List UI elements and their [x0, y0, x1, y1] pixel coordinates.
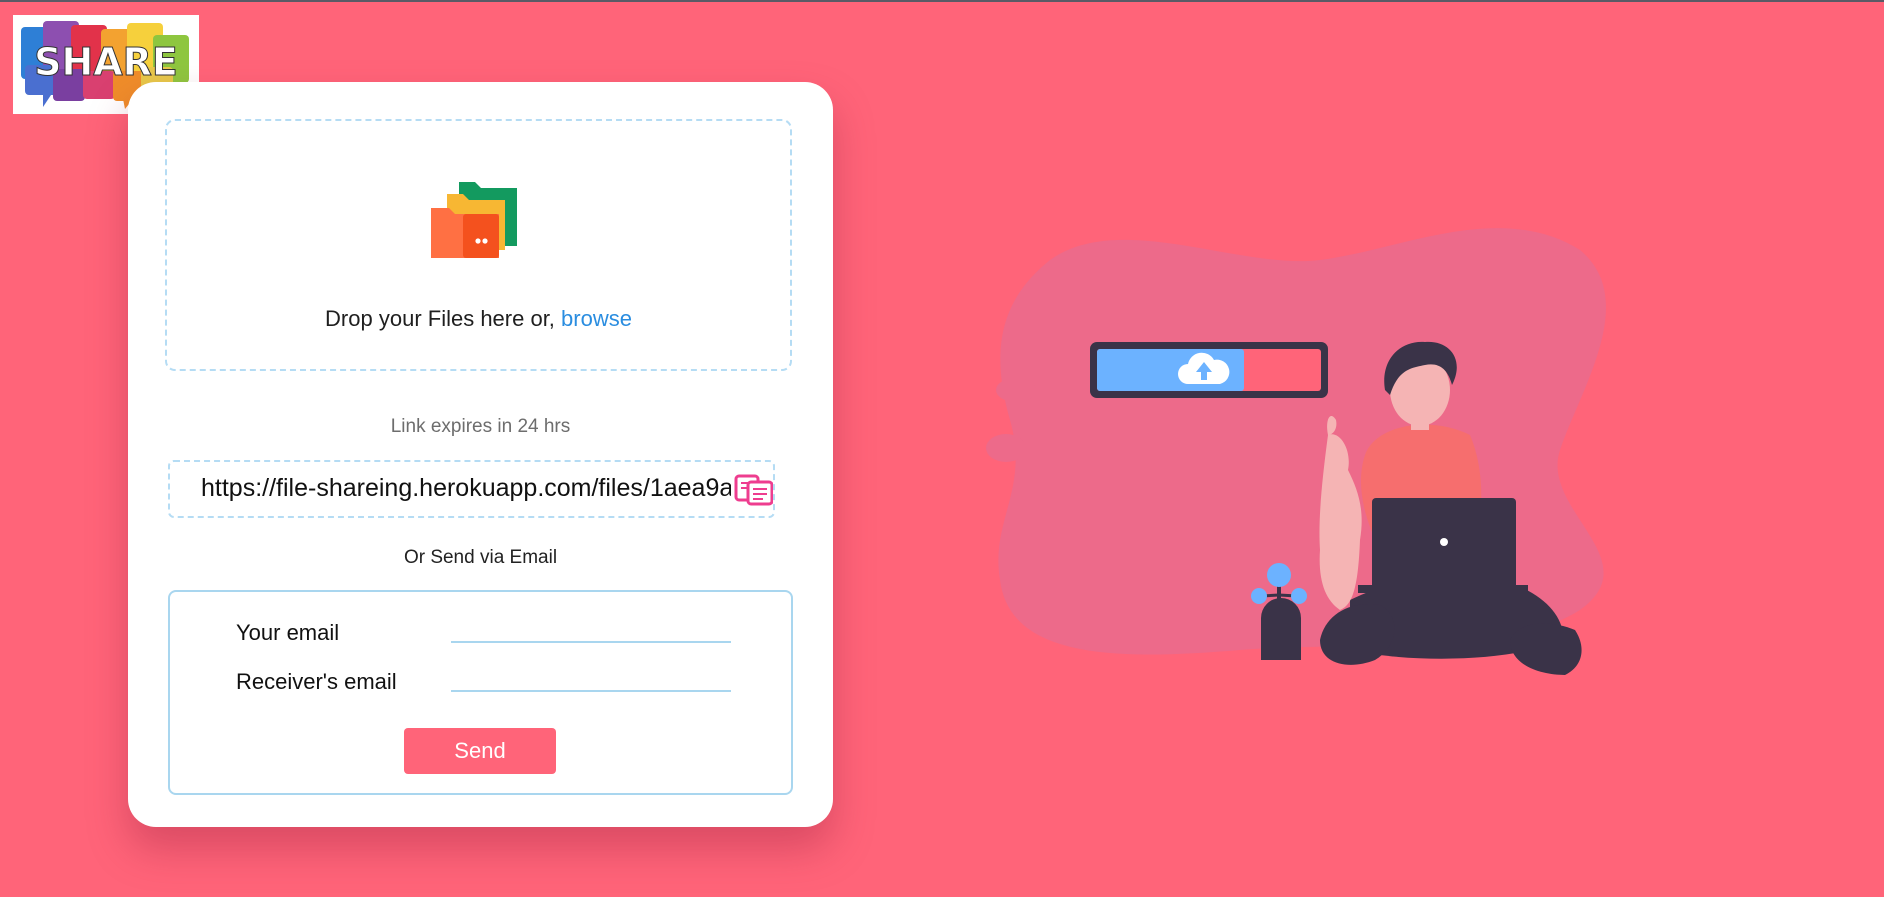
- file-drop-zone[interactable]: Drop your Files here or, browse: [165, 119, 792, 371]
- receiver-email-label: Receiver's email: [236, 669, 397, 694]
- receiver-email-input[interactable]: [451, 666, 731, 692]
- window-top-border: [0, 0, 1884, 2]
- blob-dot: [996, 378, 1036, 402]
- send-button[interactable]: Send: [404, 728, 556, 774]
- share-link-box: https://file-shareing.herokuapp.com/file…: [168, 460, 775, 518]
- logo-text: SHARE: [34, 40, 178, 84]
- folders-icon: [431, 182, 517, 258]
- share-link-input[interactable]: https://file-shareing.herokuapp.com/file…: [201, 474, 731, 503]
- sender-email-label: Your email: [236, 620, 340, 645]
- link-expiry-note: Link expires in 24 hrs: [390, 416, 571, 437]
- upload-progress-bar: [1090, 342, 1328, 398]
- email-section-heading: Or Send via Email: [403, 547, 558, 568]
- sender-email-input[interactable]: [451, 617, 731, 643]
- browse-link[interactable]: browse: [561, 306, 632, 331]
- email-form: Your email Receiver's email Send: [168, 590, 793, 795]
- drop-text: Drop your Files here or,: [325, 306, 562, 331]
- person-uploading-illustration: [986, 228, 1606, 675]
- copy-icon[interactable]: [734, 474, 774, 506]
- drop-instructions: Drop your Files here or, browse: [167, 306, 790, 332]
- upload-card: Drop your Files here or, browse Link exp…: [128, 82, 833, 827]
- blob-dot: [986, 434, 1026, 462]
